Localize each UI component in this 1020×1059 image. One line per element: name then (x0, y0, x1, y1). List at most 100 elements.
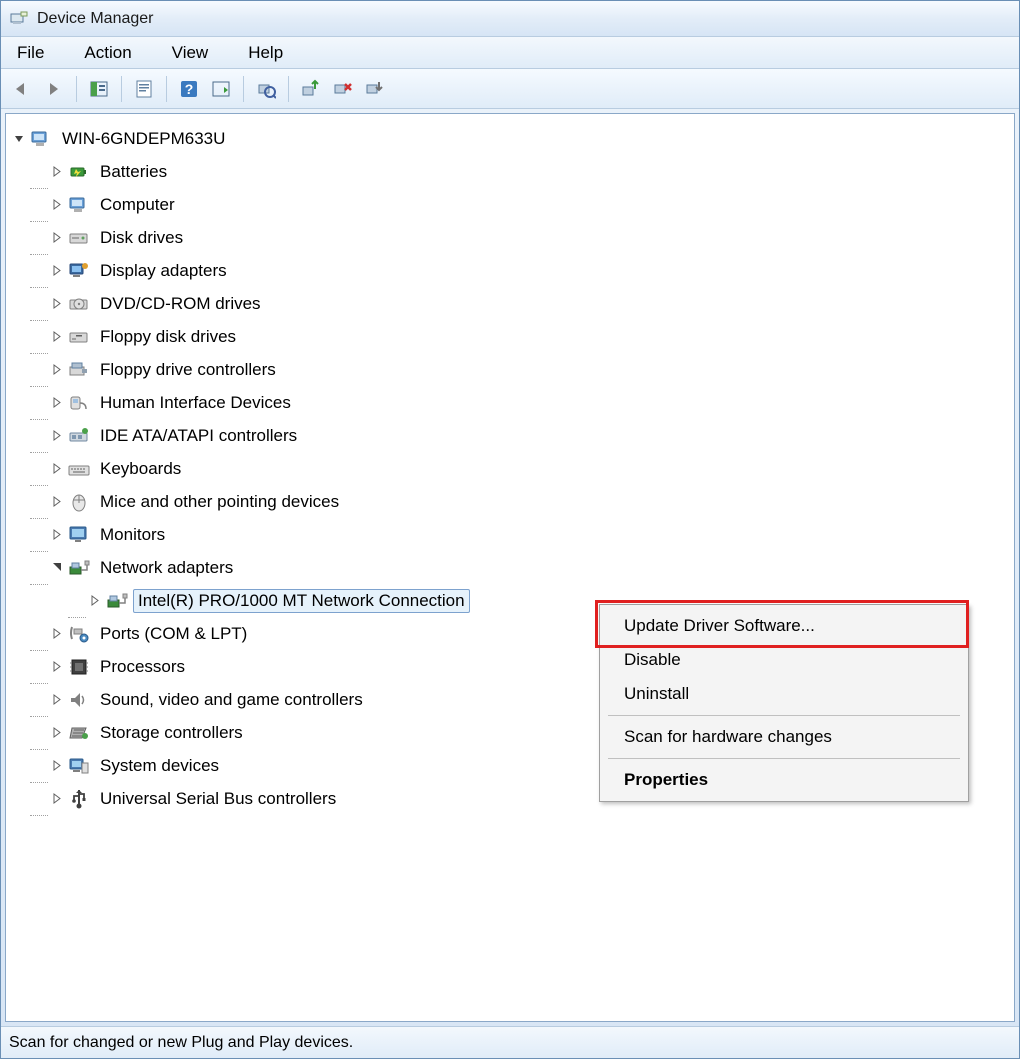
collapse-icon[interactable] (50, 561, 64, 575)
expand-icon[interactable] (50, 660, 64, 674)
tree-node[interactable]: Human Interface Devices (12, 386, 1008, 419)
show-console-tree-button[interactable] (84, 74, 114, 104)
expand-icon[interactable] (50, 165, 64, 179)
ports-icon (68, 623, 90, 645)
tree-node-label[interactable]: Human Interface Devices (95, 391, 296, 415)
keyboard-icon (68, 458, 90, 480)
expand-icon[interactable] (50, 396, 64, 410)
tree-node-label[interactable]: Disk drives (95, 226, 188, 250)
expand-icon[interactable] (50, 429, 64, 443)
tree-node-label[interactable]: Sound, video and game controllers (95, 688, 368, 712)
tree-node[interactable]: Mice and other pointing devices (12, 485, 1008, 518)
tree-node[interactable]: Keyboards (12, 452, 1008, 485)
tree-node[interactable]: Computer (12, 188, 1008, 221)
back-button[interactable] (7, 74, 37, 104)
expand-icon[interactable] (50, 495, 64, 509)
menu-file[interactable]: File (7, 39, 54, 67)
tree-root-node[interactable]: WIN-6GNDEPM633U (12, 122, 1008, 155)
floppy-controller-icon (68, 359, 90, 381)
forward-button[interactable] (39, 74, 69, 104)
tree-node-label[interactable]: Floppy disk drives (95, 325, 241, 349)
tree-node-label[interactable]: IDE ATA/ATAPI controllers (95, 424, 302, 448)
menu-help[interactable]: Help (238, 39, 293, 67)
battery-icon (68, 161, 90, 183)
storage-controller-icon (68, 722, 90, 744)
help-icon: ? (179, 79, 199, 99)
expand-icon[interactable] (50, 297, 64, 311)
expand-icon[interactable] (88, 594, 102, 608)
usb-icon (68, 788, 90, 810)
context-menu-item[interactable]: Uninstall (602, 677, 966, 711)
scan-hardware-button[interactable] (251, 74, 281, 104)
expand-icon[interactable] (50, 759, 64, 773)
display-adapter-icon (68, 260, 90, 282)
menubar: File Action View Help (1, 37, 1019, 69)
tree-node-label[interactable]: Processors (95, 655, 190, 679)
expand-icon[interactable] (50, 363, 64, 377)
expand-icon[interactable] (50, 330, 64, 344)
expand-icon[interactable] (50, 693, 64, 707)
context-menu[interactable]: Update Driver Software...DisableUninstal… (599, 604, 969, 802)
tree-node-label[interactable]: Display adapters (95, 259, 232, 283)
expand-icon[interactable] (50, 462, 64, 476)
tree-content[interactable]: WIN-6GNDEPM633U Batteries Computer Disk dri… (5, 113, 1015, 1022)
tree-node-label[interactable]: Monitors (95, 523, 170, 547)
svg-text:?: ? (185, 81, 194, 97)
tree-node-label[interactable]: Floppy drive controllers (95, 358, 281, 382)
tree-node[interactable]: Batteries (12, 155, 1008, 188)
tree-node-label[interactable]: System devices (95, 754, 224, 778)
tree-node-label[interactable]: Mice and other pointing devices (95, 490, 344, 514)
context-menu-item[interactable]: Scan for hardware changes (602, 720, 966, 754)
expand-icon[interactable] (50, 726, 64, 740)
status-text: Scan for changed or new Plug and Play de… (9, 1034, 353, 1052)
expand-icon[interactable] (50, 792, 64, 806)
tree-node[interactable]: DVD/CD-ROM drives (12, 287, 1008, 320)
toolbar-separator (121, 76, 122, 102)
system-device-icon (68, 755, 90, 777)
tree-node-label[interactable]: Intel(R) PRO/1000 MT Network Connection (133, 589, 470, 613)
menu-action[interactable]: Action (74, 39, 141, 67)
expand-icon[interactable] (50, 627, 64, 641)
toolbar-separator (166, 76, 167, 102)
context-menu-item[interactable]: Disable (602, 643, 966, 677)
expand-icon[interactable] (50, 198, 64, 212)
tree-node-label[interactable]: DVD/CD-ROM drives (95, 292, 266, 316)
tree-node[interactable]: Network adapters (12, 551, 1008, 584)
hid-icon (68, 392, 90, 414)
tree-node[interactable]: Floppy disk drives (12, 320, 1008, 353)
tree-node[interactable]: Floppy drive controllers (12, 353, 1008, 386)
tree-node[interactable]: Display adapters (12, 254, 1008, 287)
disable-icon (365, 79, 385, 99)
mouse-icon (68, 491, 90, 513)
tree-node-label[interactable]: WIN-6GNDEPM633U (57, 127, 230, 151)
context-menu-item[interactable]: Update Driver Software... (602, 609, 966, 643)
titlebar[interactable]: Device Manager (1, 1, 1019, 37)
app-icon (9, 9, 29, 29)
context-menu-item[interactable]: Properties (602, 763, 966, 797)
tree-node[interactable]: Disk drives (12, 221, 1008, 254)
tree-node-label[interactable]: Ports (COM & LPT) (95, 622, 252, 646)
tree-node[interactable]: Monitors (12, 518, 1008, 551)
expand-icon[interactable] (50, 231, 64, 245)
tree-node-label[interactable]: Storage controllers (95, 721, 248, 745)
tree-node-label[interactable]: Network adapters (95, 556, 238, 580)
statusbar: Scan for changed or new Plug and Play de… (1, 1026, 1019, 1058)
expand-icon[interactable] (50, 528, 64, 542)
help-button[interactable]: ? (174, 74, 204, 104)
tree-node[interactable]: IDE ATA/ATAPI controllers (12, 419, 1008, 452)
sound-icon (68, 689, 90, 711)
toolbar-separator (288, 76, 289, 102)
properties-button[interactable] (129, 74, 159, 104)
menu-view[interactable]: View (162, 39, 219, 67)
update-driver-button[interactable] (296, 74, 326, 104)
tree-node-label[interactable]: Batteries (95, 160, 172, 184)
tree-node-label[interactable]: Keyboards (95, 457, 186, 481)
uninstall-icon (333, 79, 353, 99)
action-button[interactable] (206, 74, 236, 104)
tree-node-label[interactable]: Computer (95, 193, 180, 217)
uninstall-button[interactable] (328, 74, 358, 104)
tree-node-label[interactable]: Universal Serial Bus controllers (95, 787, 341, 811)
collapse-icon[interactable] (12, 132, 26, 146)
disable-button[interactable] (360, 74, 390, 104)
expand-icon[interactable] (50, 264, 64, 278)
